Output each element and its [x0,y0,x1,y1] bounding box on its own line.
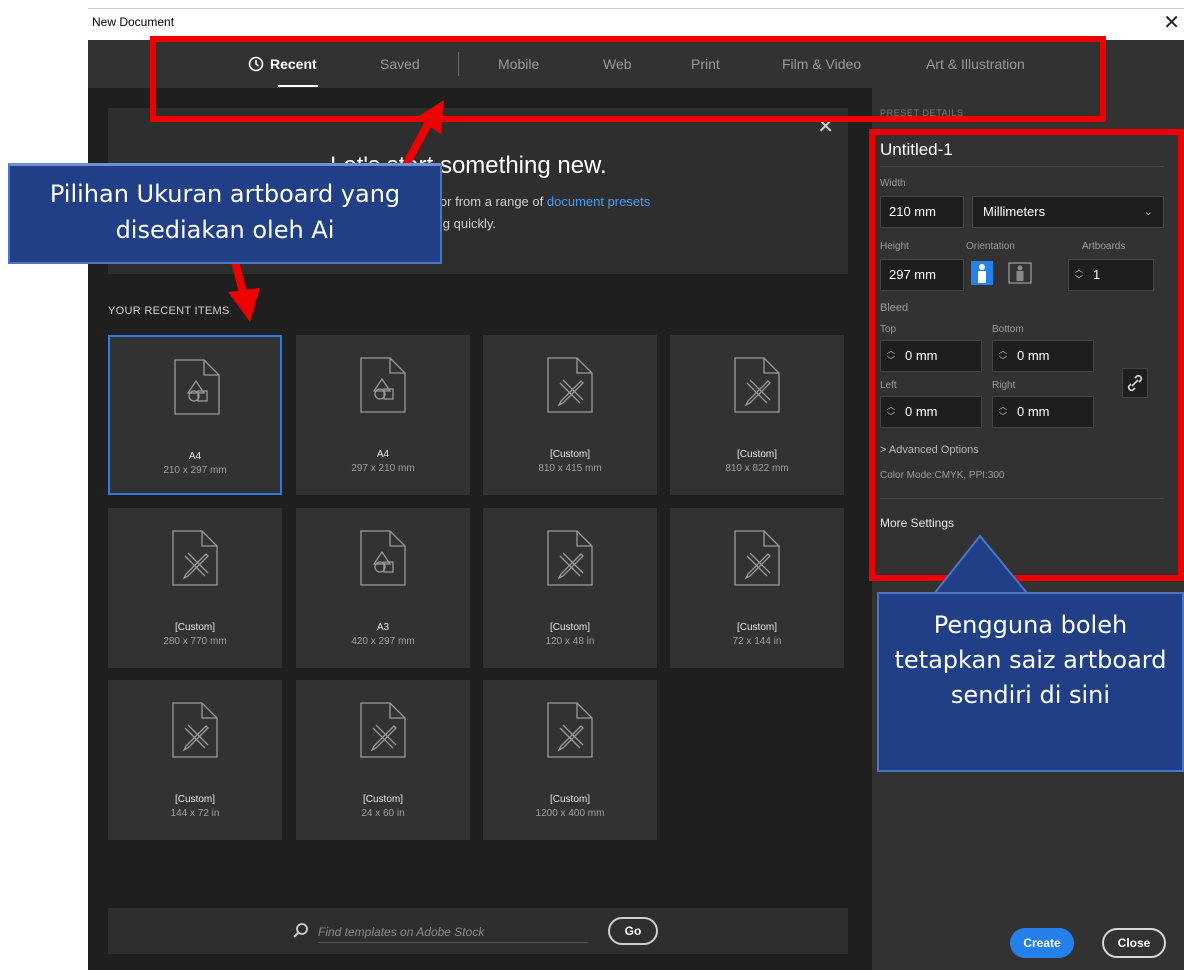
arrow-down-icon [228,288,260,322]
artboard-presets-callout: Pilihan Ukuran artboard yang disediakan … [8,163,442,264]
custom-size-callout: Pengguna boleh tetapkan saiz artboard se… [877,592,1184,772]
arrow-up-icon [416,100,444,134]
annotation-arrows [228,100,1039,605]
